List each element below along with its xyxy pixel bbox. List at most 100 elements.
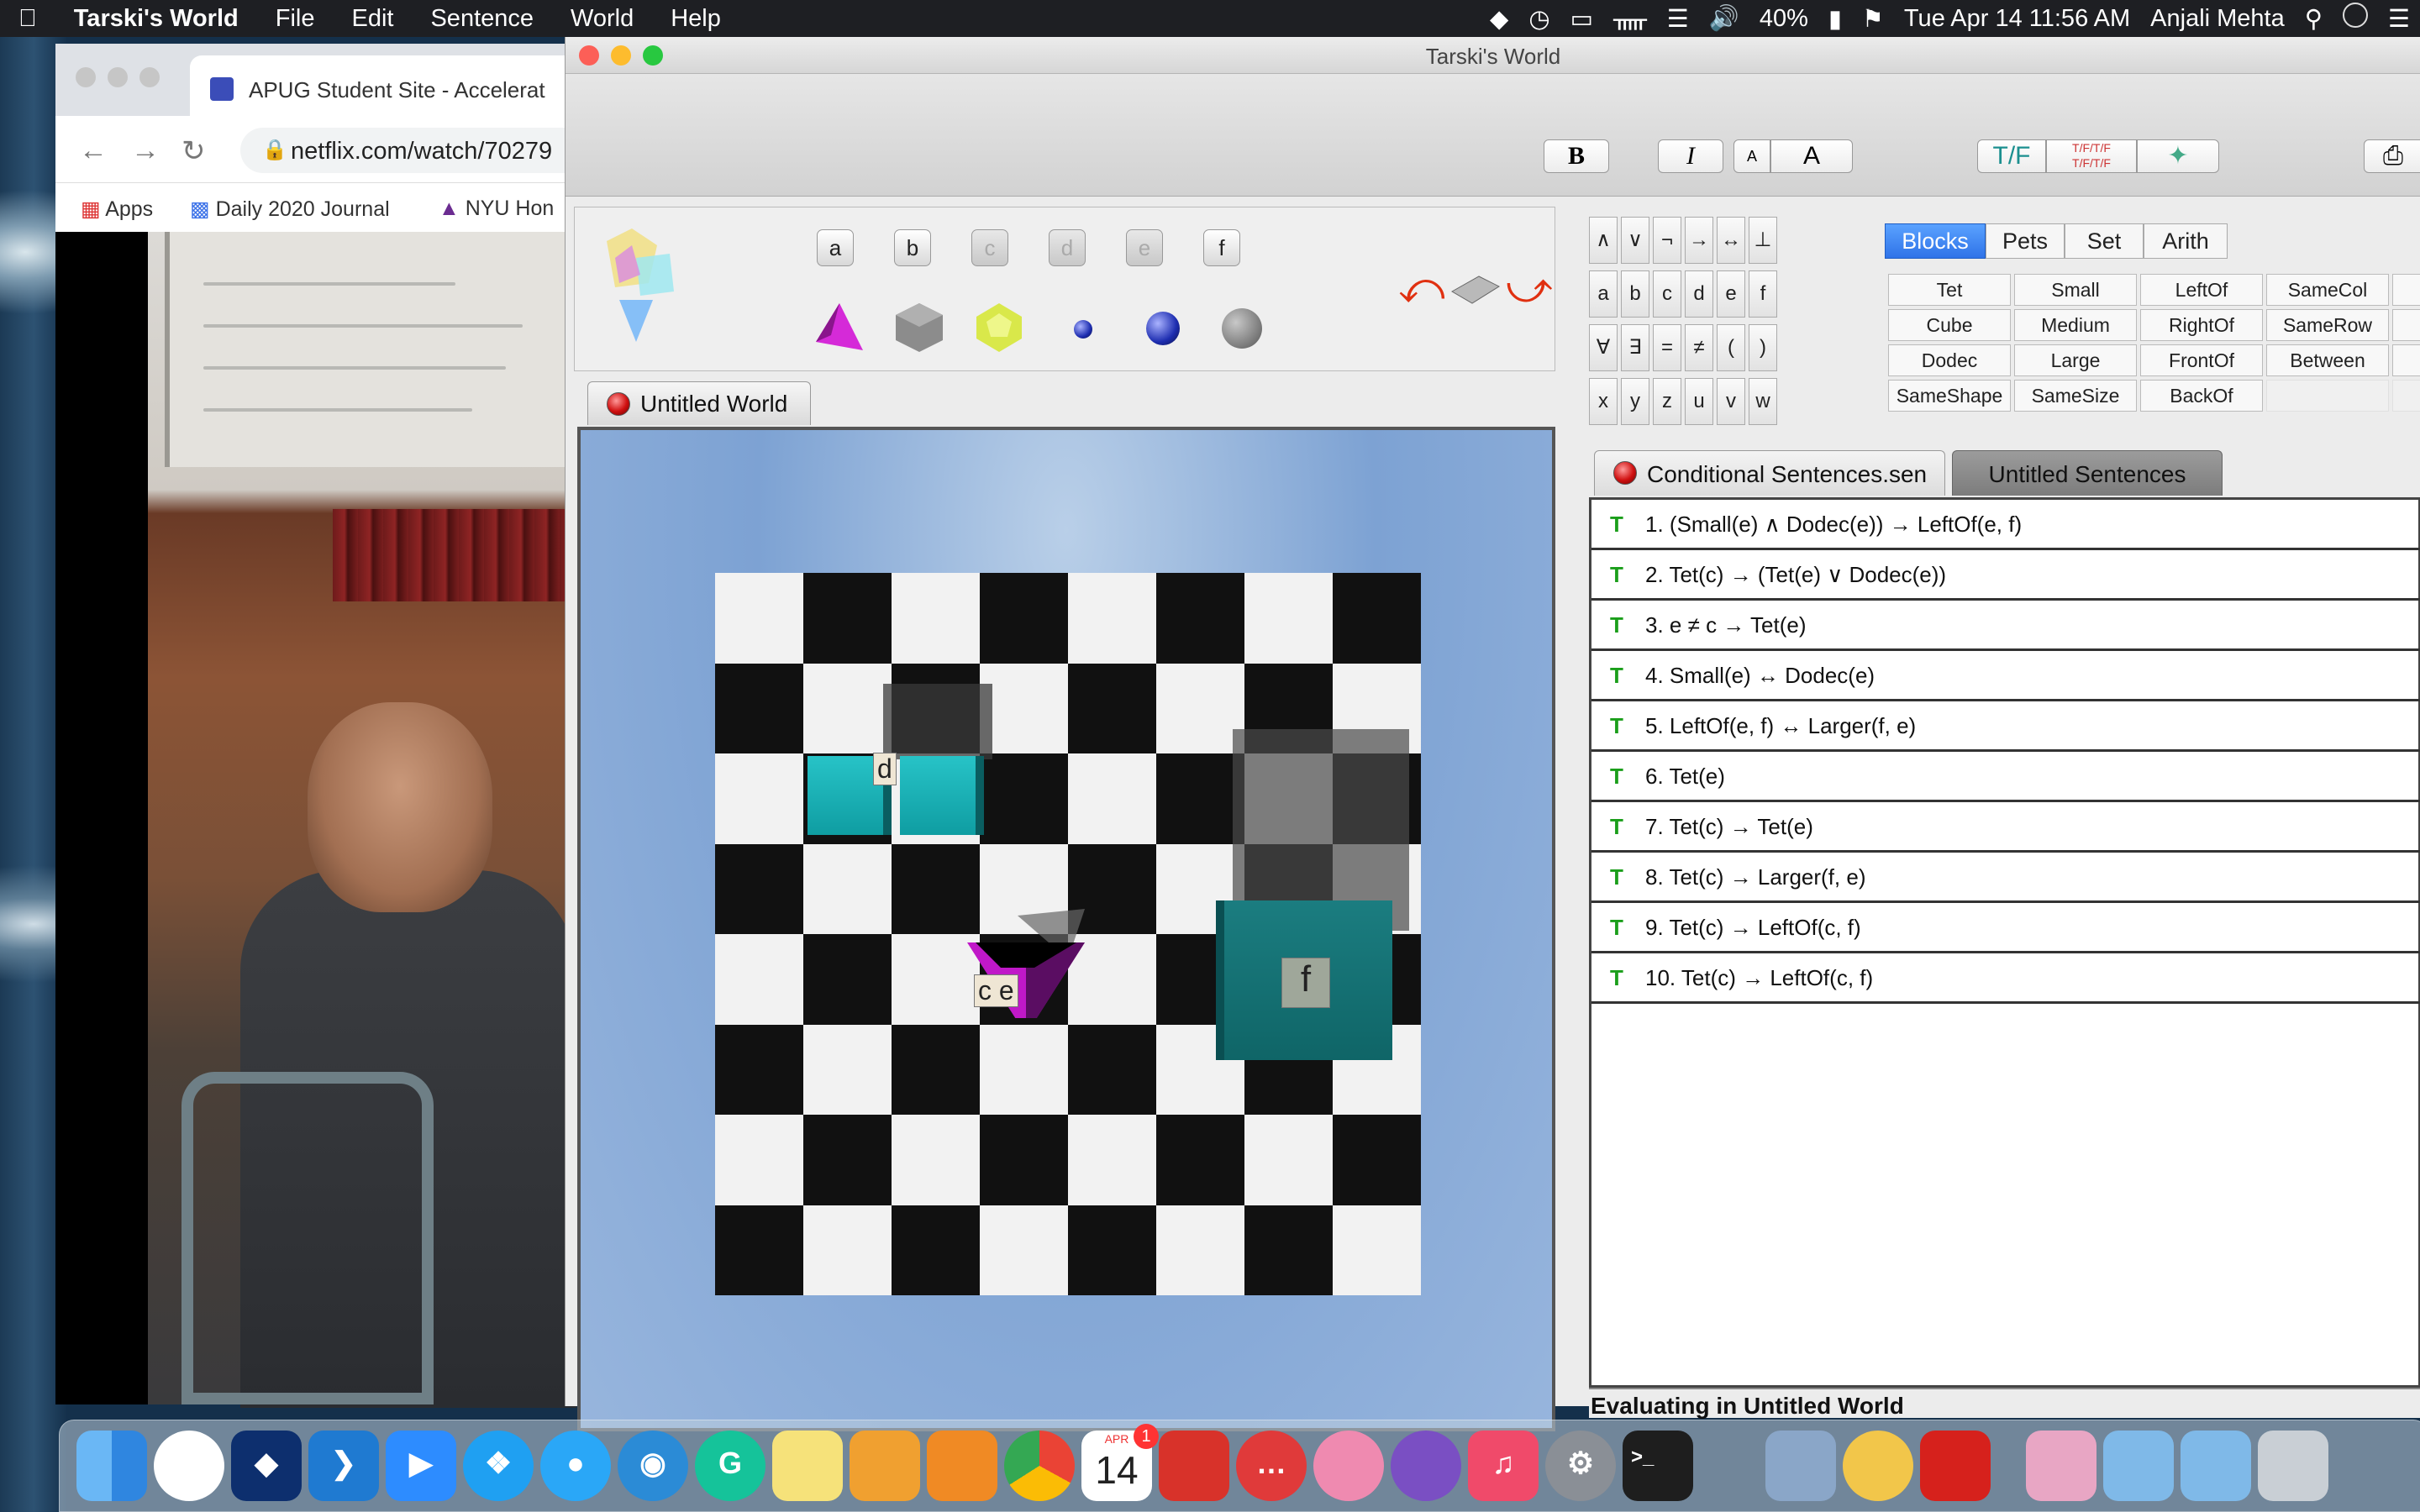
board-square[interactable]	[1068, 663, 1156, 753]
back-arrow-icon[interactable]: ←	[79, 134, 108, 167]
symbol-key[interactable]: ≠	[1685, 324, 1713, 371]
symbol-key[interactable]: f	[1749, 270, 1777, 318]
acrobat-icon[interactable]	[1920, 1431, 1991, 1501]
symbol-key[interactable]: ⊥	[1749, 217, 1777, 264]
board-square[interactable]	[980, 753, 1068, 844]
symbol-key[interactable]: x	[1589, 378, 1618, 425]
board-square[interactable]	[1068, 1024, 1156, 1115]
symbol-key[interactable]: =	[1653, 324, 1681, 371]
chrome-tab[interactable]: APUG Student Site - Accelerat	[190, 55, 576, 116]
symbol-key[interactable]: ¬	[1653, 217, 1681, 264]
board-square[interactable]	[803, 1024, 892, 1115]
github-desktop-icon[interactable]	[1391, 1431, 1461, 1501]
predicate-medium[interactable]: Medium	[2014, 309, 2137, 341]
airplay-icon[interactable]: ▭	[1560, 4, 1603, 34]
address-bar[interactable]: 🔒 netflix.com/watch/70279	[240, 128, 593, 173]
timer-app-icon[interactable]	[154, 1431, 224, 1501]
calendar-icon[interactable]: APR 14 1	[1081, 1424, 1159, 1501]
board-square[interactable]	[980, 1115, 1068, 1205]
predicate-large[interactable]: Large	[2014, 344, 2137, 376]
dropbox-status-icon[interactable]: ◆	[1480, 4, 1518, 34]
sentence-row[interactable]: T 9. Tet(c) → LeftOf(c, f)	[1591, 903, 2420, 953]
name-e-button[interactable]: e	[1126, 229, 1163, 266]
board-square[interactable]	[803, 1115, 892, 1205]
predicate-larger[interactable]: Larger	[2392, 309, 2420, 341]
predicate-frontof[interactable]: FrontOf	[2140, 344, 2263, 376]
symbol-key[interactable]: u	[1685, 378, 1713, 425]
battery-percent[interactable]: 40%	[1749, 5, 1818, 33]
larger-font-button[interactable]: A	[1770, 139, 1853, 173]
sentence-row[interactable]: T 4. Small(e) ↔ Dodec(e)	[1591, 651, 2420, 701]
menu-sentence[interactable]: Sentence	[412, 5, 552, 33]
rotate-left-icon[interactable]: ⤺	[1398, 265, 1445, 312]
vscode-icon[interactable]: ❯	[308, 1431, 379, 1501]
keynote-icon[interactable]	[927, 1431, 997, 1501]
applications-folder-icon[interactable]	[2181, 1431, 2251, 1501]
board-square[interactable]	[715, 934, 803, 1025]
symbol-key[interactable]: z	[1653, 378, 1681, 425]
predicate-leftof[interactable]: LeftOf	[2140, 274, 2263, 306]
bookmark-nyu[interactable]: ▲ NYU Hon	[439, 197, 554, 221]
symbol-key[interactable]: b	[1621, 270, 1649, 318]
board-square[interactable]	[1244, 1205, 1333, 1295]
menu-file[interactable]: File	[257, 5, 334, 33]
menu-world[interactable]: World	[552, 5, 652, 33]
terminal-icon[interactable]: >_	[1623, 1431, 1693, 1501]
predicate-samesize[interactable]: SameSize	[2014, 380, 2137, 412]
zoom-icon[interactable]: ▶	[386, 1431, 456, 1501]
bear-notes-icon[interactable]	[1159, 1431, 1229, 1501]
chrome-icon[interactable]	[1004, 1431, 1075, 1501]
symbol-key[interactable]: ∃	[1621, 324, 1649, 371]
predicate-samerow[interactable]: SameRow	[2266, 309, 2389, 341]
rotate-right-icon[interactable]: ⤻	[1506, 265, 1553, 312]
notification-center-icon[interactable]: ☰	[2378, 4, 2420, 34]
bold-button[interactable]: B	[1544, 139, 1609, 173]
predicate-sameshape[interactable]: SameShape	[1888, 380, 2011, 412]
board-square[interactable]	[1068, 1205, 1156, 1295]
board-square[interactable]	[715, 1115, 803, 1205]
sentence-row[interactable]: T 3. e ≠ c → Tet(e)	[1591, 601, 2420, 651]
predicate-tab-blocks[interactable]: Blocks	[1885, 223, 1986, 259]
netflix-video-frame[interactable]	[55, 232, 576, 1408]
board-square[interactable]	[803, 1205, 892, 1295]
sentence-list[interactable]: T 1. (Small(e) ∧ Dodec(e)) → LeftOf(e, f)…	[1589, 497, 2420, 1388]
tarski-dock-icon[interactable]	[1843, 1431, 1913, 1501]
symbol-key[interactable]: ↔	[1717, 217, 1745, 264]
bookmark-apps[interactable]: ▦ Apps	[81, 197, 153, 222]
predicate-backof[interactable]: BackOf	[2140, 380, 2263, 412]
predicate-adjoins[interactable]: Adjoins	[2392, 344, 2420, 376]
board-square[interactable]	[715, 1024, 803, 1115]
board-square[interactable]	[803, 843, 892, 934]
game-bird-icon[interactable]: ✦	[2137, 139, 2219, 173]
tet-shape-icon[interactable]	[814, 302, 865, 354]
symbol-key[interactable]: c	[1653, 270, 1681, 318]
board-square[interactable]	[715, 843, 803, 934]
name-b-button[interactable]: b	[894, 229, 931, 266]
italic-button[interactable]: I	[1658, 139, 1723, 173]
symbol-key[interactable]: a	[1589, 270, 1618, 318]
board-square[interactable]	[1244, 1115, 1333, 1205]
symbol-key[interactable]: w	[1749, 378, 1777, 425]
board-square[interactable]	[1333, 1205, 1421, 1295]
board-square[interactable]	[980, 663, 1068, 753]
board-square[interactable]	[892, 1115, 980, 1205]
chrome-zoom-button[interactable]	[139, 67, 160, 87]
name-d-button[interactable]: d	[1049, 229, 1086, 266]
world-tab[interactable]: Untitled World	[587, 381, 811, 425]
predicate-cube[interactable]: Cube	[1888, 309, 2011, 341]
smaller-font-button[interactable]: A	[1733, 139, 1770, 173]
time-machine-icon[interactable]: ◷	[1518, 4, 1560, 34]
messenger-icon[interactable]: ●	[540, 1431, 611, 1501]
predicate-between[interactable]: Between	[2266, 344, 2389, 376]
pages-icon[interactable]	[850, 1431, 920, 1501]
wifi-icon[interactable]: ☰	[1657, 4, 1699, 34]
symbol-key[interactable]: )	[1749, 324, 1777, 371]
chrome-minimize-button[interactable]	[108, 67, 128, 87]
spotlight-search-icon[interactable]: ⚲	[2295, 4, 2333, 34]
board-square[interactable]	[715, 1205, 803, 1295]
symbol-key[interactable]: (	[1717, 324, 1745, 371]
system-preferences-icon[interactable]: ⚙	[1545, 1431, 1616, 1501]
sentence-row[interactable]: T 5. LeftOf(e, f) ↔ Larger(f, e)	[1591, 701, 2420, 752]
predicate-samecol[interactable]: SameCol	[2266, 274, 2389, 306]
sentence-tab-untitled[interactable]: Untitled Sentences	[1952, 450, 2223, 496]
